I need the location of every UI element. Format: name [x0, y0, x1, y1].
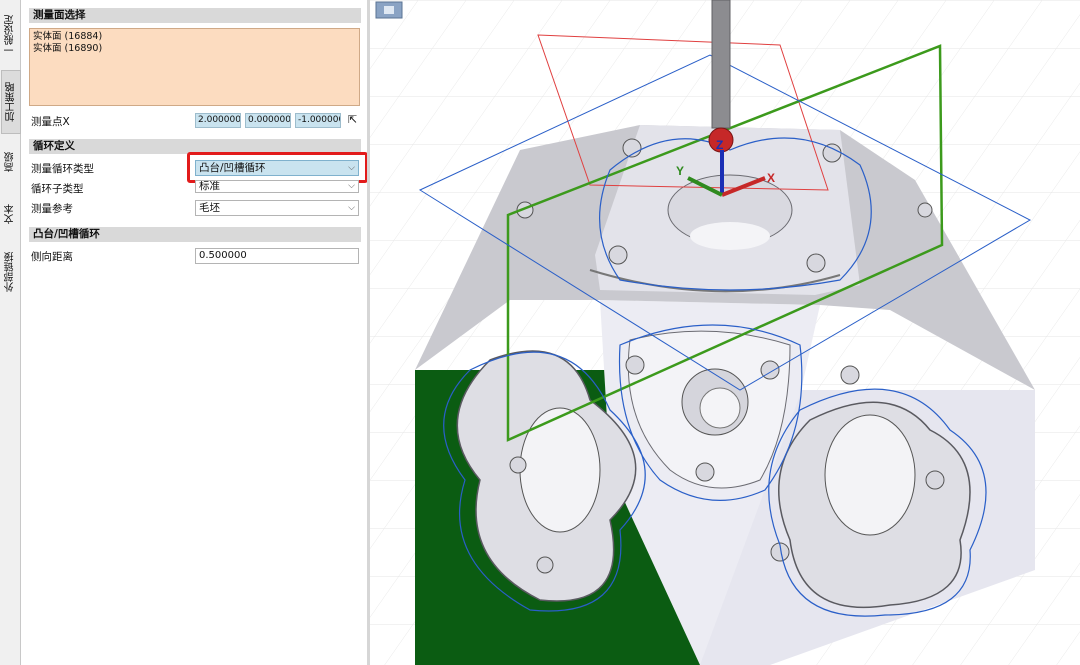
tab-machining-strategy[interactable]: 加工策略: [1, 70, 21, 134]
probe-shaft: [711, 0, 731, 129]
section-boss-cycle: 凸台/凹槽循环: [29, 227, 361, 242]
property-panel: 测量面选择 实体面 (16884) 实体面 (16890) 测量点X 2.000…: [21, 0, 368, 665]
measure-point-y-input[interactable]: 0.000000: [245, 113, 291, 128]
tab-text[interactable]: 文本: [1, 192, 19, 236]
face-list-item[interactable]: 实体面 (16890): [33, 43, 356, 55]
reference-label: 测量参考: [31, 203, 73, 215]
face-list[interactable]: 实体面 (16884) 实体面 (16890): [29, 28, 360, 106]
pick-point-icon[interactable]: ⇱: [348, 113, 357, 126]
3d-viewport[interactable]: Z X Y: [370, 0, 1080, 665]
view-cube-icon[interactable]: [375, 1, 403, 19]
tab-external-link[interactable]: 外部链接: [1, 244, 19, 300]
side-distance-input[interactable]: 0.500000: [195, 248, 359, 264]
chevron-down-icon: ⌵: [348, 181, 355, 191]
axis-z-label: Z: [716, 138, 723, 152]
sub-type-value: 标准: [199, 180, 220, 192]
reference-value: 毛坯: [199, 202, 220, 214]
sub-type-label: 循环子类型: [31, 183, 84, 195]
chevron-down-icon: ⌵: [348, 203, 355, 213]
measure-point-label: 测量点X: [31, 116, 70, 128]
vertical-tab-bar: 一般设定 加工策略 高级 文本 外部链接: [0, 0, 21, 665]
sub-type-select[interactable]: 标准 ⌵: [195, 180, 359, 193]
measure-point-z-input[interactable]: -1.000000: [295, 113, 341, 128]
measure-point-x-input[interactable]: 2.000000: [195, 113, 241, 128]
bore-bottom: [690, 222, 770, 250]
tab-advanced[interactable]: 高级: [1, 140, 19, 184]
highlight-box: [187, 152, 368, 183]
reference-select[interactable]: 毛坯 ⌵: [195, 200, 359, 216]
face-list-item[interactable]: 实体面 (16884): [33, 31, 356, 43]
side-distance-label: 侧向距离: [31, 251, 73, 263]
axis-y-label: Y: [676, 164, 684, 178]
section-face-select: 测量面选择: [29, 8, 361, 23]
tab-general-settings[interactable]: 一般设定: [1, 4, 19, 66]
cycle-type-label: 测量循环类型: [31, 163, 94, 175]
viewport-canvas: Z X Y: [370, 0, 1080, 665]
axis-x-label: X: [767, 171, 775, 185]
